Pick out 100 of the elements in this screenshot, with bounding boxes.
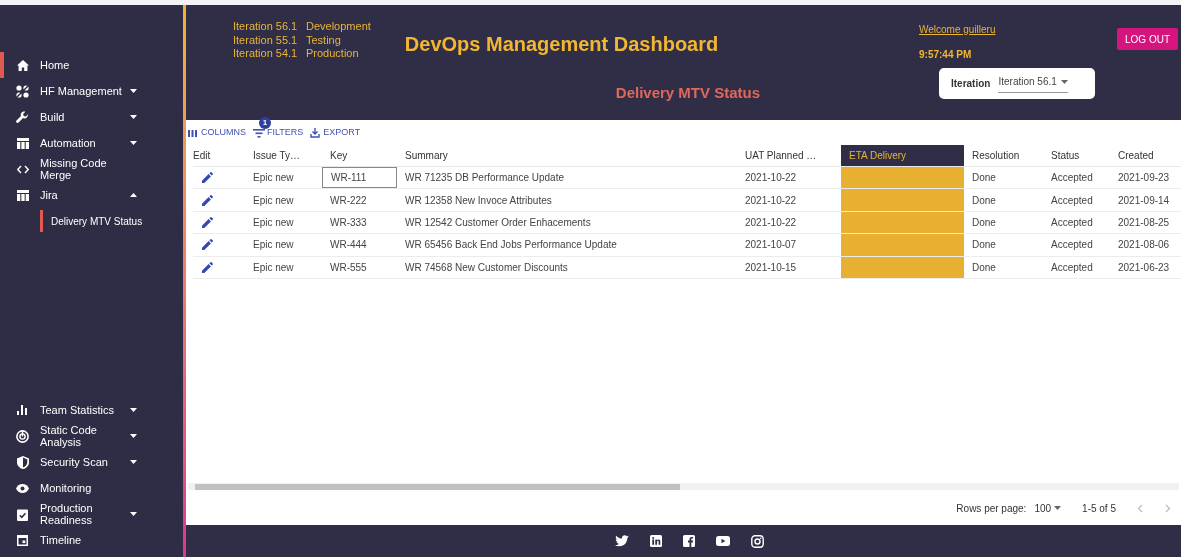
table-cell-text: WR-444 [329, 238, 368, 253]
calendar-icon [16, 534, 29, 546]
table-cell-text: Accepted [1050, 260, 1094, 275]
column-header[interactable]: Edit [193, 145, 245, 166]
table-cell-text: 2021-10-07 [744, 238, 798, 253]
rows-per-page-select[interactable]: 100 [1034, 500, 1062, 516]
cross-dots-icon [16, 84, 29, 98]
table-cell-text: Done [971, 215, 997, 230]
column-header[interactable]: Summary [397, 145, 737, 166]
iteration-label: Iteration 55.1 [233, 33, 299, 47]
sidebar-item[interactable]: Static Code Analysis [0, 423, 183, 449]
columns-button[interactable]: COLUMNS [188, 126, 246, 140]
wrench-icon [16, 110, 29, 124]
table-cell-text: 2021-10-22 [744, 193, 798, 208]
table-cell-text: WR 74568 New Customer Discounts [404, 260, 569, 275]
sidebar-item[interactable]: Security Scan [0, 449, 183, 475]
pencil-icon [202, 194, 213, 206]
table-cell-text: Epic new [252, 238, 295, 253]
bird-icon[interactable] [615, 535, 629, 547]
bar-chart-icon [16, 405, 29, 415]
table-cell-text: Accepted [1050, 215, 1094, 230]
caret-icon [130, 89, 137, 93]
table-cell-text: 2021-09-23 [1117, 171, 1171, 186]
dashboard-title: DevOps Management Dashboard [404, 32, 720, 57]
caret-icon [130, 408, 137, 412]
sidebar-subitem[interactable]: Delivery MTV Status [40, 210, 143, 232]
table-cell-text: Done [971, 238, 997, 253]
table-cell-text: Epic new [252, 215, 295, 230]
table-cell-text: 2021-10-22 [744, 215, 798, 230]
sidebar-item[interactable]: Timeline [0, 527, 183, 553]
table-cell-text: WR 12358 New Invoce Attributes [404, 193, 553, 208]
table-cell-text: Epic new [252, 171, 295, 186]
sidebar-item[interactable]: HF Management [0, 78, 183, 104]
iteration-dropdown[interactable]: Iteration 56.1 [998, 74, 1068, 93]
stage-label: Testing [306, 33, 341, 47]
code-icon [16, 164, 29, 174]
page-range: 1-5 of 5 [1082, 501, 1116, 516]
shield-icon [16, 455, 29, 469]
caret-icon [130, 512, 137, 516]
table-cell-text: 2021-10-22 [744, 171, 798, 186]
table-cell-text: Epic new [252, 193, 295, 208]
pencil-icon [202, 216, 213, 228]
iteration-label: Iteration 56.1 [233, 20, 299, 34]
caret-icon [1060, 79, 1068, 84]
target-icon [16, 429, 29, 443]
iteration-selector[interactable]: Iteration Iteration 56.1 [939, 68, 1095, 99]
page-subtitle: Delivery MTV Status [615, 83, 761, 103]
welcome-link[interactable]: Welcome guilleru [919, 22, 996, 37]
table-cell-text: WR-222 [329, 193, 368, 208]
column-header[interactable]: ETA Delivery [841, 145, 964, 166]
export-button[interactable]: EXPORT [310, 126, 361, 140]
sidebar-item[interactable]: Monitoring [0, 475, 183, 501]
column-header[interactable]: Issue Ty… [245, 145, 322, 166]
square-f-icon[interactable] [683, 535, 695, 547]
table-cell-text: 2021-08-06 [1117, 238, 1171, 253]
column-header[interactable]: Created [1110, 145, 1181, 166]
sidebar-item[interactable]: Jira [0, 182, 183, 208]
table-cell-text: Accepted [1050, 238, 1094, 253]
play-button-icon[interactable] [716, 536, 730, 546]
columns-icon [188, 129, 197, 137]
column-header[interactable]: Resolution [964, 145, 1043, 166]
table-cell-text: 2021-09-14 [1117, 193, 1171, 208]
table-cell-text: Accepted [1050, 193, 1094, 208]
table-cell-text: WR-555 [329, 260, 368, 275]
horizontal-scrollbar[interactable] [188, 483, 1179, 490]
square-in-icon[interactable] [650, 535, 662, 547]
download-icon [310, 128, 321, 138]
table-cell-text: WR-333 [329, 215, 368, 230]
table-cell: WR-111 [322, 167, 397, 189]
sidebar-item[interactable]: Missing Code Merge [0, 156, 183, 182]
sidebar-item[interactable]: Team Statistics [0, 397, 183, 423]
caret-icon [130, 434, 137, 438]
checklist-icon [16, 507, 29, 521]
table-cell-text: Epic new [252, 260, 295, 275]
table-cell-text: Accepted [1050, 171, 1094, 186]
column-header[interactable]: UAT Planned … [737, 145, 841, 166]
chevron-right-icon [1165, 503, 1171, 513]
table-cell-text: WR 12542 Customer Order Enhacements [404, 215, 592, 230]
column-header[interactable]: Status [1043, 145, 1110, 166]
pencil-icon [202, 239, 213, 251]
table-icon [16, 189, 29, 201]
chevron-left-icon [1137, 503, 1143, 513]
sidebar-item[interactable]: Production Readiness [0, 501, 183, 527]
stage-label: Development [306, 20, 371, 34]
caret-icon [130, 141, 137, 145]
camera-icon[interactable] [751, 534, 764, 548]
sidebar-item[interactable]: Automation [0, 130, 183, 156]
table-cell-text: Done [971, 171, 997, 186]
caret-icon [130, 460, 137, 464]
pencil-icon [202, 261, 213, 273]
table-cell-text: 2021-06-23 [1117, 260, 1171, 275]
clock-time: 9:57:44 PM [919, 48, 972, 62]
table-cell-text: Done [971, 193, 997, 208]
caret-icon [130, 115, 137, 119]
caret-icon [130, 193, 137, 197]
sidebar-item[interactable]: Build [0, 104, 183, 130]
logout-button[interactable]: LOG OUT [1117, 28, 1178, 50]
column-header[interactable]: Key [322, 145, 397, 166]
table-cell-text: WR 71235 DB Performance Update [404, 171, 565, 186]
table-cell-text: 2021-08-25 [1117, 215, 1171, 230]
